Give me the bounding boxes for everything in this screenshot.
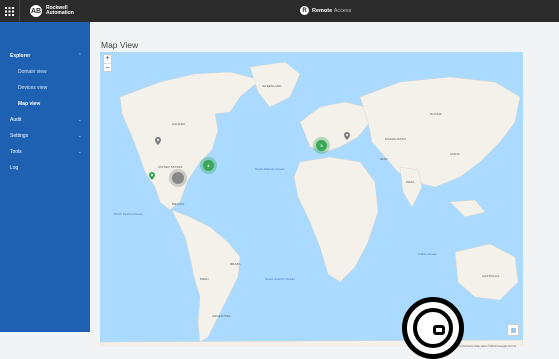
- map-label-mexico: MEXICO: [172, 202, 185, 206]
- sidebar-item-explorer[interactable]: Explorer ⌃: [0, 48, 90, 64]
- map-label-north-atlantic: North Atlantic Ocean: [255, 167, 285, 171]
- rockwell-logo[interactable]: AB Rockwell Automation: [30, 5, 74, 17]
- map-label-brazil: BRAZIL: [230, 262, 242, 266]
- map-pin-icon[interactable]: [344, 132, 350, 140]
- map-label-australia: AUSTRALIA: [482, 274, 500, 278]
- chevron-down-icon: ⌄: [77, 149, 82, 155]
- sidebar-item-label: Domain view: [18, 69, 47, 75]
- map-label-indian-ocean: Indian Ocean: [418, 252, 438, 256]
- map-label-greenland: GREENLAND: [262, 84, 282, 88]
- map-cluster[interactable]: [172, 172, 184, 184]
- chevron-up-icon: ⌃: [77, 53, 82, 59]
- map-label-argentina: ARGENTINA: [212, 314, 231, 318]
- map-pin-icon[interactable]: [149, 172, 155, 180]
- sidebar: Explorer ⌃ Domain view Devices view Map …: [0, 22, 90, 332]
- map-label-kazakhstan: KAZAKHSTAN: [385, 137, 406, 141]
- cluster-count: 2: [207, 163, 210, 168]
- app-suffix: Access: [333, 7, 352, 14]
- sidebar-item-domain-view[interactable]: Domain view: [0, 64, 90, 80]
- lock-icon: [402, 297, 464, 359]
- remote-access-icon: R: [300, 6, 309, 15]
- map-label-iran: IRAN: [380, 157, 388, 161]
- sidebar-item-label: Explorer: [10, 53, 31, 59]
- sidebar-item-label: Map view: [18, 101, 41, 107]
- chevron-down-icon: ⌄: [77, 117, 82, 123]
- sidebar-item-label: Settings: [10, 133, 29, 139]
- top-bar: AB Rockwell Automation R Remote Access: [0, 0, 559, 22]
- map-label-china: CHINA: [450, 152, 460, 156]
- map-label-united-states: UNITED STATES: [158, 165, 183, 169]
- sidebar-item-label: Audit: [10, 117, 22, 123]
- map-label-russia: RUSSIA: [430, 112, 442, 116]
- zoom-in-button[interactable]: +: [104, 55, 111, 63]
- rockwell-logo-icon: AB: [30, 5, 42, 17]
- map-label-canada: CANADA: [172, 122, 186, 126]
- zoom-control: + –: [103, 54, 112, 72]
- map-cluster[interactable]: 2: [203, 160, 214, 171]
- sidebar-item-tools[interactable]: Tools ⌄: [0, 144, 90, 160]
- map-label-south-atlantic: South Atlantic Ocean: [265, 277, 296, 281]
- main-content: Map View + – CANADA UNITED STATES MEXICO…: [90, 22, 559, 348]
- map-label-india: INDIA: [406, 180, 415, 184]
- sidebar-item-label: Devices view: [18, 85, 48, 91]
- map-pin-icon[interactable]: [155, 137, 161, 145]
- chevron-down-icon: ⌄: [77, 133, 82, 139]
- sidebar-item-label: Tools: [10, 149, 22, 155]
- brand-line-2: Automation: [46, 10, 74, 16]
- map-label-north-pacific: North Pacific Ocean: [114, 212, 143, 216]
- sidebar-item-log[interactable]: Log: [0, 160, 90, 176]
- zoom-out-button[interactable]: –: [104, 63, 111, 71]
- sidebar-item-settings[interactable]: Settings ⌄: [0, 128, 90, 144]
- sidebar-item-label: Log: [10, 165, 19, 171]
- map-label-peru: PERU: [200, 277, 209, 281]
- app-title: R Remote Access: [300, 6, 351, 15]
- map-cluster[interactable]: 3: [316, 140, 327, 151]
- page-title: Map View: [101, 40, 139, 50]
- sidebar-item-devices-view[interactable]: Devices view: [0, 80, 90, 96]
- map-land: [100, 61, 523, 346]
- sidebar-item-map-view[interactable]: Map view: [0, 96, 90, 112]
- cluster-count: 3: [320, 143, 323, 148]
- map-type-button[interactable]: [507, 324, 519, 336]
- world-map[interactable]: + – CANADA UNITED STATES MEXICO BRAZIL P…: [100, 52, 523, 346]
- app-grid-icon[interactable]: [0, 0, 20, 22]
- sidebar-item-audit[interactable]: Audit ⌄: [0, 112, 90, 128]
- app-name: Remote: [312, 7, 333, 14]
